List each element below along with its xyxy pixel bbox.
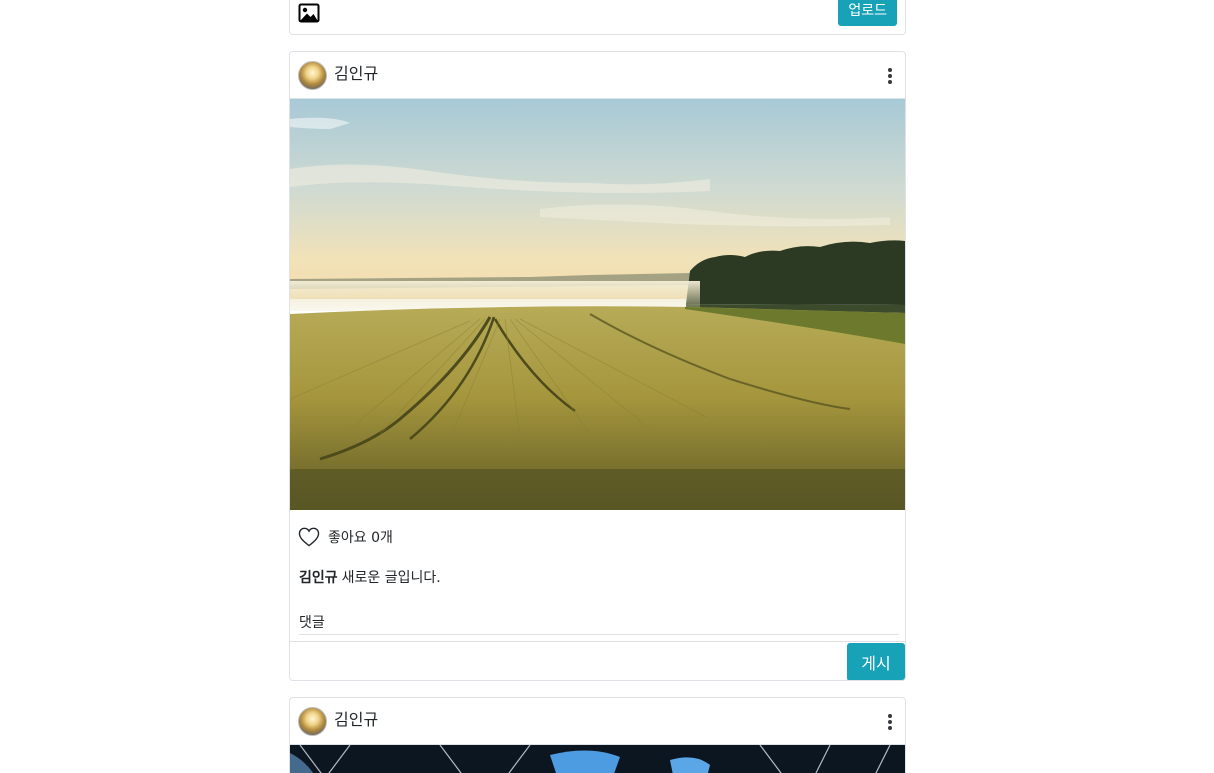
upload-composer: 업로드 — [289, 0, 906, 35]
post-image — [290, 99, 905, 510]
post-card: 김인규 — [289, 697, 906, 773]
more-options-icon[interactable] — [887, 68, 893, 86]
like-count: 좋아요 0개 — [328, 530, 393, 546]
post-username[interactable]: 김인규 — [334, 64, 378, 84]
post-header: 김인규 — [290, 52, 905, 99]
upload-button[interactable]: 업로드 — [838, 0, 897, 26]
post-caption: 김인규 새로운 글입니다. — [299, 567, 441, 587]
caption-username[interactable]: 김인규 — [299, 570, 338, 586]
post-header: 김인규 — [290, 698, 905, 745]
post-card: 김인규 — [289, 51, 906, 681]
avatar[interactable] — [298, 61, 327, 90]
comment-form: 게시 — [290, 641, 905, 680]
comments-label: 댓글 — [299, 612, 899, 635]
more-options-icon[interactable] — [887, 714, 893, 732]
caption-text: 새로운 글입니다. — [341, 570, 441, 586]
like-row: 좋아요 0개 — [298, 526, 393, 548]
post-image — [290, 745, 905, 773]
feed: 업로드 김인규 좋아요 0개 김인규 새로운 글입니다. 댓글 게시 김인규 — [0, 0, 1214, 773]
image-icon[interactable] — [298, 2, 320, 24]
avatar[interactable] — [298, 707, 327, 736]
post-comment-button[interactable]: 게시 — [847, 643, 905, 680]
post-username[interactable]: 김인규 — [334, 710, 378, 730]
heart-icon[interactable] — [298, 527, 320, 547]
comment-input[interactable] — [290, 642, 846, 680]
